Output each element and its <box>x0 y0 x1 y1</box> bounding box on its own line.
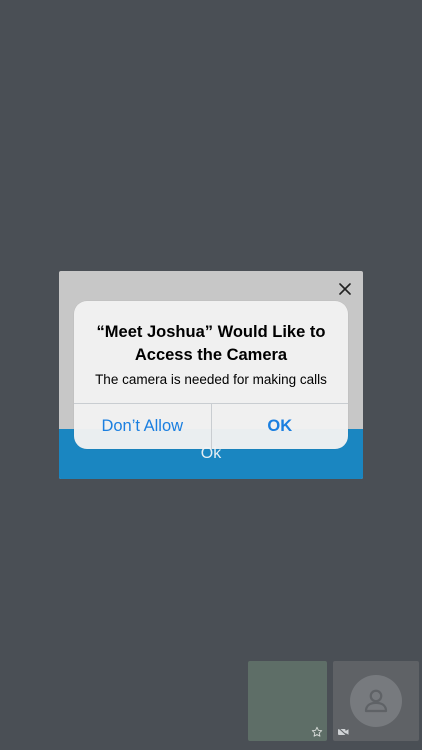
dont-allow-button[interactable]: Don’t Allow <box>74 404 211 449</box>
close-icon <box>339 283 351 295</box>
alert-message: The camera is needed for making calls <box>95 372 327 387</box>
close-button[interactable] <box>336 280 354 298</box>
avatar <box>350 675 402 727</box>
person-icon <box>364 689 388 713</box>
star-icon[interactable] <box>311 726 323 738</box>
camera-off-icon <box>337 727 349 737</box>
camera-permission-alert: “Meet Joshua” Would Like to Access the C… <box>74 301 348 449</box>
remote-video-tile[interactable] <box>333 661 419 741</box>
alert-body: “Meet Joshua” Would Like to Access the C… <box>74 301 348 387</box>
self-video-tile[interactable] <box>248 661 327 741</box>
alert-title: “Meet Joshua” Would Like to Access the C… <box>96 323 326 364</box>
ok-button[interactable]: OK <box>212 404 349 449</box>
alert-actions: Don’t Allow OK <box>74 403 348 449</box>
